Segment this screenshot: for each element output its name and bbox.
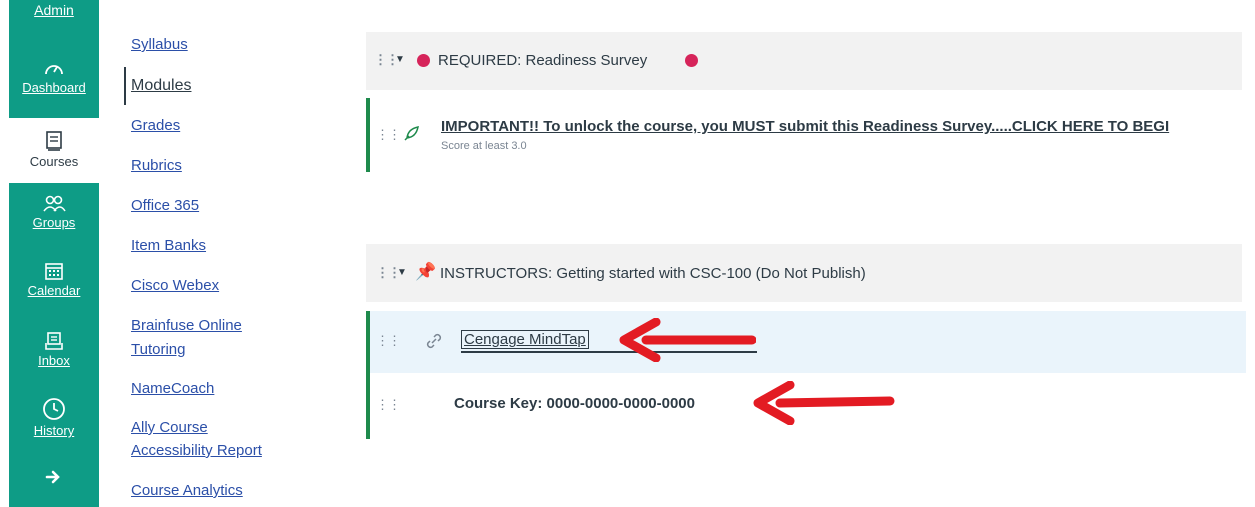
nav-inbox[interactable]: Inbox [9,331,99,368]
global-nav-top: Admin Dashboard [9,0,99,118]
collapse-arrow-icon [45,470,60,484]
course-nav-ally-line2[interactable]: Accessibility Report [131,441,262,461]
drag-handle-icon[interactable]: ⋮⋮ [376,397,401,413]
required-dot-icon [417,54,430,67]
history-label: History [33,423,75,438]
courses-label: Courses [29,154,79,169]
module-item-readiness-survey[interactable]: ⋮⋮ IMPORTANT!! To unlock the course, you… [366,98,1246,172]
course-nav-modules[interactable]: Modules [131,76,191,96]
module-title: REQUIRED: Readiness Survey [438,52,648,69]
nav-admin[interactable]: Admin [9,2,99,18]
groups-label: Groups [32,215,76,230]
admin-label: Admin [34,2,74,18]
course-nav-active-indicator [124,67,126,105]
course-nav-office365[interactable]: Office 365 [131,196,199,216]
module-header-readiness[interactable]: ⋮⋮ ▼ REQUIRED: Readiness Survey [366,32,1242,90]
annotation-arrow-icon [753,381,895,425]
drag-handle-icon[interactable]: ⋮⋮ [376,333,401,349]
collapse-toggle-icon[interactable]: ▼ [397,267,407,278]
nav-calendar[interactable]: Calendar [9,261,99,298]
course-nav-grades[interactable]: Grades [131,116,180,136]
nav-history[interactable]: History [9,397,99,438]
global-nav-bottom: Groups Calendar Inbox History [9,183,99,507]
quiz-rocket-icon [404,126,419,141]
module-header-instructors[interactable]: ⋮⋮ ▼ 📌 INSTRUCTORS: Getting started with… [366,244,1242,302]
course-nav-brainfuse-line1[interactable]: Brainfuse Online [131,316,242,336]
calendar-label: Calendar [27,283,81,298]
dashboard-icon [45,65,63,75]
module-item-title[interactable]: IMPORTANT!! To unlock the course, you MU… [441,118,1169,135]
course-nav-course-analytics[interactable]: Course Analytics [131,481,243,501]
required-dot-icon [685,54,698,67]
module-title: INSTRUCTORS: Getting started with CSC-10… [440,265,866,282]
course-nav-ally-line1[interactable]: Ally Course [131,418,208,438]
course-nav-brainfuse-line2[interactable]: Tutoring [131,340,185,360]
dashboard-label: Dashboard [22,80,86,95]
course-nav-rubrics[interactable]: Rubrics [131,156,182,176]
history-icon [43,398,65,420]
module-item-cengage-mindtap[interactable]: ⋮⋮ Cengage MindTap [366,311,1246,373]
nav-collapse[interactable] [9,467,99,489]
module-item-title: Course Key: 0000-0000-0000-0000 [454,395,695,412]
nav-dashboard[interactable]: Dashboard [9,58,99,95]
course-nav-syllabus[interactable]: Syllabus [131,35,188,55]
collapse-toggle-icon[interactable]: ▼ [395,54,405,65]
annotation-arrow-icon [619,318,756,362]
nav-courses[interactable]: Courses [9,118,99,183]
module-item-requirement: Score at least 3.0 [441,140,527,152]
module-item-title[interactable]: Cengage MindTap [461,330,589,349]
course-nav-item-banks[interactable]: Item Banks [131,236,206,256]
course-nav-cisco-webex[interactable]: Cisco Webex [131,276,219,296]
inbox-icon [45,332,63,350]
pin-icon: 📌 [415,262,437,281]
inbox-label: Inbox [38,353,70,368]
drag-handle-icon[interactable]: ⋮⋮ [376,127,401,143]
link-icon [426,333,442,349]
nav-groups[interactable]: Groups [9,195,99,230]
course-nav-namecoach[interactable]: NameCoach [131,379,214,399]
calendar-icon [45,263,63,280]
groups-icon [43,195,66,212]
courses-icon [46,131,62,151]
